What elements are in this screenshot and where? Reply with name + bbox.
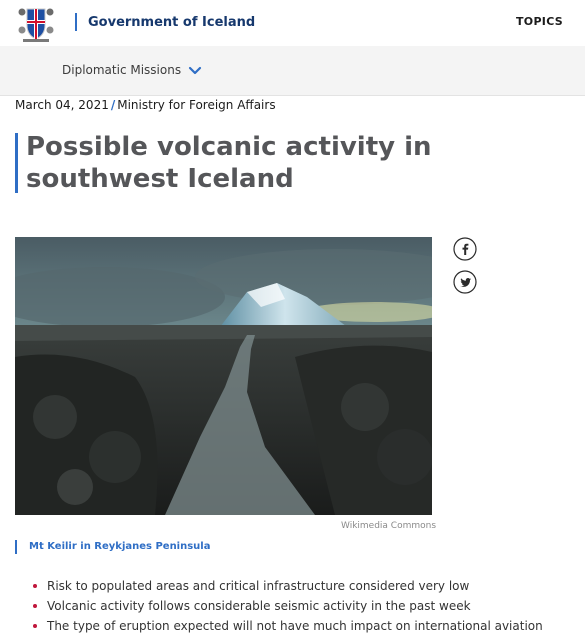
summary-list: Risk to populated areas and critical inf…: [33, 576, 578, 636]
image-credit: Wikimedia Commons: [341, 521, 437, 531]
article-date: March 04, 2021: [15, 98, 109, 112]
facebook-icon: [453, 237, 477, 261]
header-divider: [75, 13, 77, 31]
list-item: Volcanic activity follows considerable s…: [33, 596, 578, 616]
diplomatic-missions-dropdown[interactable]: Diplomatic Missions: [62, 63, 181, 77]
image-caption: Mt Keilir in Reykjanes Peninsula: [29, 541, 211, 552]
page-title: Possible volcanic activity in southwest …: [26, 132, 432, 194]
meta-separator: /: [110, 98, 116, 112]
site-header: Government of Iceland TOPICS: [0, 0, 585, 46]
list-item: Risk to populated areas and critical inf…: [33, 576, 578, 596]
share-twitter-button[interactable]: [453, 270, 477, 294]
list-item: The type of eruption expected will not h…: [33, 616, 578, 636]
article-meta: March 04, 2021/Ministry for Foreign Affa…: [15, 98, 276, 112]
share-facebook-button[interactable]: [453, 237, 477, 261]
ministry-link[interactable]: Ministry for Foreign Affairs: [117, 98, 275, 112]
topics-menu-button[interactable]: TOPICS: [516, 15, 563, 28]
iceland-coat-of-arms-icon[interactable]: [17, 3, 55, 43]
site-name-link[interactable]: Government of Iceland: [88, 15, 255, 30]
sub-navigation: Diplomatic Missions: [0, 46, 585, 96]
twitter-icon: [453, 270, 477, 294]
article-image: [15, 237, 432, 515]
title-accent-bar: [15, 133, 18, 193]
caption-accent-bar: [15, 540, 17, 554]
chevron-down-icon[interactable]: [188, 64, 202, 78]
